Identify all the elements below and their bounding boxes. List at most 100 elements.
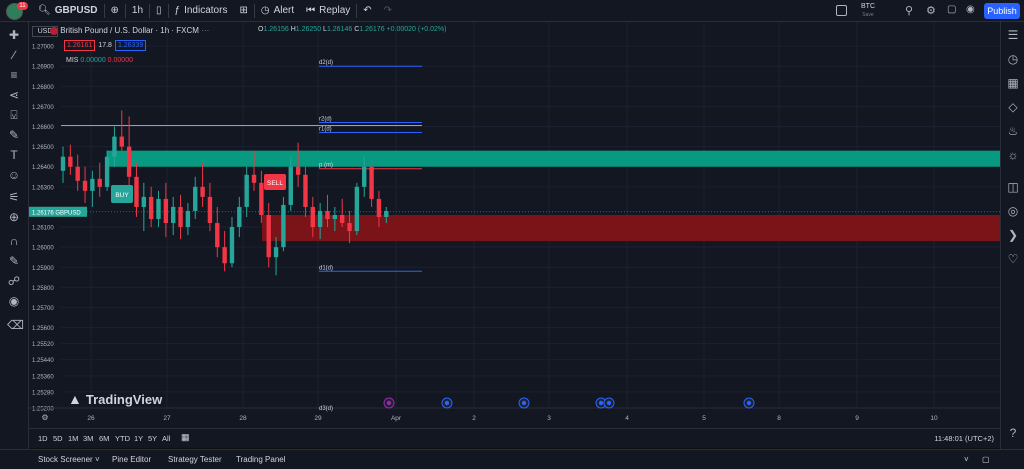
right-sidebar: ☰ ◷ ▦ ◇ ♨ ☼ ◫ ◎ ❯ ♡ ? bbox=[1000, 22, 1024, 449]
collapse-panel-icon[interactable]: ˅ bbox=[964, 455, 969, 464]
compare-symbol-button[interactable]: ⊕ bbox=[105, 0, 125, 22]
legend-more-icon[interactable]: ⋯ bbox=[201, 26, 209, 35]
sell-signal-label: SELL bbox=[267, 180, 283, 187]
pattern-icon[interactable]: ⍌ bbox=[7, 108, 21, 122]
date-range-calendar-icon[interactable]: ▦ bbox=[181, 432, 190, 443]
range-3m[interactable]: 3M bbox=[83, 434, 93, 443]
horizontal-lines-icon[interactable]: ≡ bbox=[7, 68, 21, 82]
ruler-icon[interactable]: ⚟ bbox=[7, 190, 21, 204]
economic-event-dot bbox=[746, 400, 752, 406]
chat-icon[interactable]: ◫ bbox=[1006, 180, 1020, 194]
tab-strategy-tester[interactable]: Strategy Tester bbox=[168, 455, 222, 464]
range-6m[interactable]: 6M bbox=[99, 434, 109, 443]
text-icon[interactable]: T bbox=[7, 148, 21, 162]
magnet-icon[interactable]: ∩ bbox=[7, 234, 21, 248]
top-toolbar: 11 🔍︎ GBPUSD ⊕ 1h ▯ ƒ Indicators ⊞ ◷ Ale… bbox=[0, 0, 1024, 22]
crosshair-icon[interactable]: ✚ bbox=[7, 28, 21, 42]
layout-name-button[interactable]: BTC Save bbox=[856, 2, 880, 20]
economic-event-dot bbox=[444, 400, 450, 406]
chart-pane[interactable]: 1.27000 1.26900 1.26800 1.26700 1.26600 1.265… bbox=[29, 22, 1000, 428]
range-ytd[interactable]: YTD bbox=[115, 434, 130, 443]
zoom-in-icon[interactable]: ⊕ bbox=[7, 210, 21, 224]
camera-snapshot-icon[interactable]: ◉ bbox=[966, 4, 975, 15]
pitchfork-icon[interactable]: ⋖ bbox=[7, 88, 21, 102]
candle-body bbox=[119, 136, 124, 147]
replay-button[interactable]: ⏮ Replay bbox=[300, 0, 356, 22]
candle-body bbox=[369, 166, 374, 199]
quick-search-icon[interactable]: ⚲ bbox=[905, 4, 913, 17]
broadcast-icon[interactable]: ❯ bbox=[1006, 228, 1020, 242]
range-5d[interactable]: 5D bbox=[53, 434, 63, 443]
trash-icon[interactable]: ⌫ bbox=[7, 318, 24, 332]
clock[interactable]: 11:48:01 (UTC+2) bbox=[934, 434, 994, 443]
range-1y[interactable]: 1Y bbox=[134, 434, 143, 443]
price-chart[interactable]: 1.27000 1.26900 1.26800 1.26700 1.26600 1.265… bbox=[29, 22, 1000, 428]
chart-type-button[interactable]: ▯ bbox=[150, 0, 168, 22]
tab-pine-editor[interactable]: Pine Editor bbox=[112, 455, 151, 464]
brush-icon[interactable]: ✎ bbox=[7, 128, 21, 142]
lock-icon[interactable]: ☍ bbox=[7, 274, 21, 288]
stay-drawing-icon[interactable]: ✎ bbox=[7, 254, 21, 268]
hotlist-icon[interactable]: ♨ bbox=[1006, 124, 1020, 138]
notifications-bell-icon[interactable]: ♡ bbox=[1006, 252, 1020, 266]
candle-body bbox=[171, 206, 176, 224]
alerts-clock-icon[interactable]: ◷ bbox=[1006, 52, 1020, 66]
eye-icon[interactable]: ◉ bbox=[7, 294, 21, 308]
trend-line-icon[interactable]: ∕ bbox=[7, 48, 21, 62]
candle-body bbox=[97, 178, 102, 187]
layers-icon[interactable]: ◇ bbox=[1006, 100, 1020, 114]
settings-gear-icon[interactable]: ⚙ bbox=[926, 4, 936, 17]
price-tick-label: 1.25520 bbox=[32, 342, 54, 348]
price-tick-label: 1.25440 bbox=[32, 358, 54, 364]
candle-body bbox=[273, 247, 279, 258]
indicator-legend[interactable]: MIS 0.00000 0.00000 bbox=[66, 57, 133, 64]
redo-button[interactable]: ↷ bbox=[378, 0, 398, 22]
alarm-icon: ◷ bbox=[260, 5, 270, 16]
alert-button[interactable]: ◷ Alert bbox=[255, 0, 300, 22]
pivot-label: r1(d) bbox=[319, 127, 332, 133]
candle-body bbox=[178, 206, 183, 228]
range-5y[interactable]: 5Y bbox=[148, 434, 157, 443]
tab-trading-panel[interactable]: Trading Panel bbox=[236, 455, 286, 464]
fullscreen-icon[interactable]: ▢ bbox=[947, 4, 956, 15]
watchlist-icon[interactable]: ☰ bbox=[1006, 28, 1020, 42]
indicators-button[interactable]: ƒ Indicators bbox=[169, 0, 234, 22]
price-tick-label: 1.25800 bbox=[32, 286, 54, 292]
candle-body bbox=[237, 206, 242, 228]
sell-price-button[interactable]: 1.26161 bbox=[64, 40, 96, 51]
time-tick-label: 4 bbox=[625, 415, 629, 422]
redo-icon: ↷ bbox=[383, 5, 393, 16]
candle-body bbox=[68, 156, 73, 167]
help-icon[interactable]: ? bbox=[1006, 426, 1020, 440]
layout-select-icon[interactable] bbox=[836, 5, 847, 16]
ideas-bulb-icon[interactable]: ☼ bbox=[1006, 148, 1020, 162]
candle-body bbox=[376, 198, 382, 217]
tradingview-watermark: ▲ TradingView bbox=[68, 391, 163, 407]
price-tick-label: 1.25600 bbox=[32, 326, 54, 332]
emoji-icon[interactable]: ☺ bbox=[7, 168, 21, 182]
time-tick-label: 29 bbox=[314, 415, 322, 422]
range-1d[interactable]: 1D bbox=[38, 434, 48, 443]
price-tick-label: 1.26300 bbox=[32, 185, 54, 191]
chevron-down-icon: ˅ bbox=[94, 455, 100, 464]
plus-circle-icon: ⊕ bbox=[110, 5, 119, 16]
interval-button[interactable]: 1h bbox=[126, 0, 149, 22]
maximize-panel-icon[interactable]: ▢ bbox=[982, 455, 990, 464]
ohlc-readout: O1.26156 H1.26250 L1.26146 C1.26176 +0.0… bbox=[258, 26, 447, 33]
range-all[interactable]: All bbox=[162, 434, 170, 443]
symbol-search[interactable]: 🔍︎ GBPUSD bbox=[32, 0, 104, 22]
tab-stock-screener[interactable]: Stock Screener ˅ bbox=[38, 455, 100, 464]
economic-event-dot bbox=[386, 400, 392, 406]
undo-button[interactable]: ↶ bbox=[357, 0, 377, 22]
streams-icon[interactable]: ◎ bbox=[1006, 204, 1020, 218]
price-tick-label: 1.25280 bbox=[32, 390, 54, 396]
range-1m[interactable]: 1M bbox=[68, 434, 78, 443]
range-bar: 1D 5D 1M 3M 6M YTD 1Y 5Y All ▦ 11:48:01 … bbox=[29, 428, 1000, 448]
price-tick-label: 1.26900 bbox=[32, 65, 54, 71]
publish-button[interactable]: Publish bbox=[984, 3, 1020, 19]
templates-button[interactable]: ⊞ bbox=[233, 0, 253, 22]
data-window-icon[interactable]: ▦ bbox=[1006, 76, 1020, 90]
candle-body bbox=[112, 136, 117, 157]
symbol-legend[interactable]: British Pound / U.S. Dollar · 1h · FXCM … bbox=[50, 26, 209, 35]
buy-price-button[interactable]: 1.26339 bbox=[114, 40, 147, 51]
